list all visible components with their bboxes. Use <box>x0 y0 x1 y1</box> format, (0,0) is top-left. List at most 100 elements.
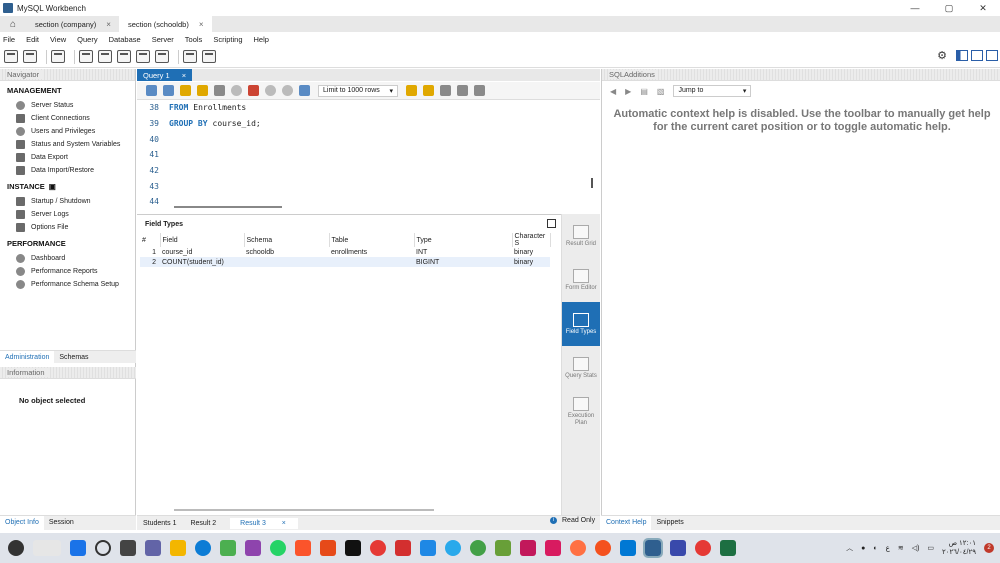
close-button[interactable]: ✕ <box>966 0 1000 16</box>
visual-studio-icon[interactable] <box>245 540 261 556</box>
nav-server-logs[interactable]: Server Logs <box>0 208 135 221</box>
editor-vertical-scrollbar[interactable] <box>591 178 593 188</box>
reconnect-icon[interactable] <box>202 50 216 63</box>
tray-app-icon[interactable]: ● <box>861 545 865 552</box>
menu-query[interactable]: Query <box>77 35 97 44</box>
search-icon[interactable] <box>95 540 111 556</box>
explain-icon[interactable] <box>214 85 225 96</box>
create-procedure-icon[interactable] <box>136 50 150 63</box>
menu-help[interactable]: Help <box>254 35 269 44</box>
nav-performance-schema-setup[interactable]: Performance Schema Setup <box>0 278 135 291</box>
side-tab-execution-plan[interactable]: Execution Plan <box>562 390 600 434</box>
menu-tools[interactable]: Tools <box>185 35 203 44</box>
tab-context-help[interactable]: Context Help <box>601 516 652 530</box>
wrap-lines-icon[interactable] <box>474 85 485 96</box>
column-header[interactable]: Schema <box>244 233 330 247</box>
query-tab[interactable]: Query 1 × <box>137 69 193 81</box>
menu-scripting[interactable]: Scripting <box>213 35 242 44</box>
wifi-icon[interactable]: ≋ <box>898 544 904 552</box>
home-icon[interactable]: ⌂ <box>0 16 26 32</box>
chevron-up-icon[interactable]: ︿ <box>846 543 853 553</box>
vscode-icon[interactable] <box>620 540 636 556</box>
nav-dashboard[interactable]: Dashboard <box>0 252 135 265</box>
nav-options-file[interactable]: Options File <box>0 221 135 234</box>
whatsapp-icon[interactable] <box>270 540 286 556</box>
result-horizontal-scrollbar[interactable] <box>174 509 434 511</box>
result-tab-result-2[interactable]: Result 2 <box>190 520 216 527</box>
close-tab-icon[interactable]: × <box>106 20 111 29</box>
jump-to-select[interactable]: Jump to ▾ <box>673 85 752 97</box>
file-explorer-icon[interactable] <box>170 540 186 556</box>
execute-current-icon[interactable] <box>197 85 208 96</box>
new-sql-tab-icon[interactable] <box>4 50 18 63</box>
create-function-icon[interactable] <box>155 50 169 63</box>
nav-client-connections[interactable]: Client Connections <box>0 112 135 125</box>
column-header[interactable]: Field <box>160 233 245 247</box>
column-header[interactable]: Character S <box>512 233 551 247</box>
mysql-workbench-taskbar-icon[interactable] <box>643 538 663 558</box>
stop-icon[interactable] <box>231 85 242 96</box>
telegram-icon[interactable] <box>445 540 461 556</box>
acrobat-icon[interactable] <box>520 540 536 556</box>
column-header[interactable]: # <box>140 233 161 247</box>
close-tab-icon[interactable]: × <box>199 20 204 29</box>
battery-icon[interactable]: ▭ <box>927 544 934 552</box>
open-sql-script-icon[interactable] <box>23 50 37 63</box>
toggle-output-icon[interactable] <box>971 50 983 61</box>
store-icon[interactable] <box>220 540 236 556</box>
windows-start-icon[interactable] <box>70 540 86 556</box>
tab-snippets[interactable]: Snippets <box>651 516 688 530</box>
excel-icon[interactable] <box>720 540 736 556</box>
toggle-secondary-sidebar-icon[interactable] <box>986 50 998 61</box>
nav-users-privileges[interactable]: Users and Privileges <box>0 125 135 138</box>
minimize-button[interactable]: — <box>898 0 932 16</box>
clock[interactable]: ١٢:٠١ ص ٢٠٢٦/٠٤/٢٩ <box>942 539 976 557</box>
nav-data-import[interactable]: Data Import/Restore <box>0 164 135 177</box>
table-row[interactable]: 2 COUNT(student_id) BIGINT binary <box>140 257 550 267</box>
close-tab-icon[interactable]: × <box>282 520 286 527</box>
tiktok-icon[interactable] <box>345 540 361 556</box>
taskbar-app-icon[interactable] <box>8 540 24 556</box>
menu-server[interactable]: Server <box>152 35 174 44</box>
tab-schemas[interactable]: Schemas <box>54 351 93 363</box>
result-tab-result-3[interactable]: Result 3 × <box>230 517 298 529</box>
task-view-icon[interactable] <box>120 540 136 556</box>
close-tab-icon[interactable]: × <box>182 71 186 80</box>
toggle-panel-icon[interactable] <box>547 219 556 228</box>
game-icon[interactable] <box>495 540 511 556</box>
inspector-icon[interactable] <box>51 50 65 63</box>
nav-performance-reports[interactable]: Performance Reports <box>0 265 135 278</box>
side-tab-query-stats[interactable]: Query Stats <box>562 346 600 390</box>
tab-session[interactable]: Session <box>44 516 79 530</box>
azure-icon[interactable] <box>670 540 686 556</box>
tray-sync-icon[interactable]: ◐ <box>873 545 877 552</box>
gear-icon[interactable]: ⚙ <box>937 49 947 62</box>
brave-icon[interactable] <box>295 540 311 556</box>
forward-arrow-icon[interactable]: ▶ <box>625 87 631 96</box>
rollback-icon[interactable] <box>282 85 293 96</box>
add-to-snippets-icon[interactable] <box>406 85 417 96</box>
menu-database[interactable]: Database <box>109 35 141 44</box>
side-tab-field-types[interactable]: Field Types <box>562 302 600 346</box>
media-icon[interactable] <box>545 540 561 556</box>
nav-server-status[interactable]: Server Status <box>0 99 135 112</box>
column-header[interactable]: Table <box>329 233 415 247</box>
create-schema-icon[interactable] <box>79 50 93 63</box>
nav-data-export[interactable]: Data Export <box>0 151 135 164</box>
back-arrow-icon[interactable]: ◀ <box>610 87 616 96</box>
menu-view[interactable]: View <box>50 35 66 44</box>
nav-status-variables[interactable]: Status and System Variables <box>0 138 135 151</box>
tab-administration[interactable]: Administration <box>0 351 55 363</box>
docs-icon[interactable] <box>420 540 436 556</box>
chrome-profile-icon[interactable] <box>470 540 486 556</box>
language-indicator[interactable]: ع <box>886 544 890 552</box>
side-tab-form-editor[interactable]: Form Editor <box>562 258 600 302</box>
chrome-canary-icon[interactable] <box>595 540 611 556</box>
create-table-icon[interactable] <box>98 50 112 63</box>
result-tab-students-1[interactable]: Students 1 <box>143 520 176 527</box>
edge-icon[interactable] <box>195 540 211 556</box>
manual-help-icon[interactable]: ▤ <box>640 87 648 96</box>
maximize-button[interactable]: ▢ <box>932 0 966 16</box>
table-row[interactable]: 1 course_id schooldb enrollments INT bin… <box>140 247 550 257</box>
autocommit-icon[interactable] <box>299 85 310 96</box>
